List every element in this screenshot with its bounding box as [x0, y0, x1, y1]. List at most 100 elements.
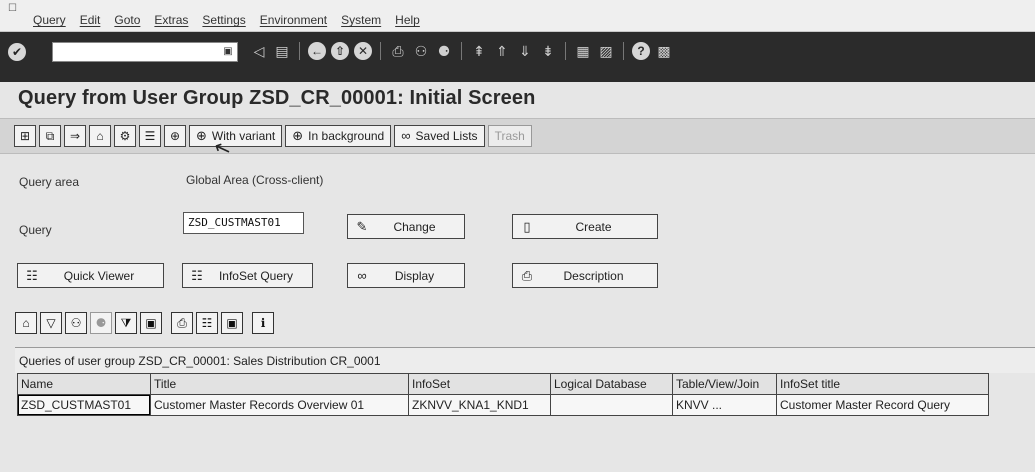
cell-infoset-title[interactable]: Customer Master Record Query — [776, 394, 989, 416]
saved-lists-label: Saved Lists — [415, 129, 478, 143]
menu-extras[interactable]: Extras — [154, 13, 188, 27]
save-icon[interactable]: ▤ — [273, 42, 291, 60]
list-toolbar: ⌂ ▽ ⚇ ⚈ ⧩ ▣ ⎙ ☷ ▣ ℹ — [15, 312, 277, 334]
cell-title[interactable]: Customer Master Records Overview 01 — [150, 394, 409, 416]
menu-query[interactable]: Query — [33, 13, 66, 27]
query-area-value: Global Area (Cross-client) — [186, 173, 324, 187]
column-header-name[interactable]: Name — [17, 373, 151, 395]
find-next-icon[interactable]: ⚈ — [435, 42, 453, 60]
menu-environment[interactable]: Environment — [260, 13, 327, 27]
cell-logical-database[interactable] — [550, 394, 673, 416]
description-label: Description — [563, 268, 624, 283]
list-icon[interactable]: ☰ — [139, 125, 161, 147]
standard-toolbar-icons: ◁ ▤ ← ⇧ ✕ ⎙ ⚇ ⚈ ⇞ ⇑ ⇓ ⇟ ▦ ▨ ? ▩ — [250, 42, 678, 60]
with-variant-button[interactable]: ⊕ With variant — [189, 125, 283, 147]
infoset-query-label: InfoSet Query — [218, 268, 294, 283]
toolbar-separator — [565, 42, 566, 60]
transport-icon[interactable]: ⇒ — [64, 125, 86, 147]
cell-name[interactable]: ZSD_CUSTMAST01 — [17, 394, 151, 416]
toolbar-separator — [299, 42, 300, 60]
new-session-icon[interactable]: ▦ — [574, 42, 592, 60]
print-preview-icon[interactable]: ⎙ — [171, 312, 193, 334]
column-header-infoset-title[interactable]: InfoSet title — [776, 373, 989, 395]
back-icon[interactable]: ◁ — [250, 42, 268, 60]
command-field[interactable]: ▣ — [52, 42, 238, 62]
glasses-icon: ∞ — [401, 128, 411, 143]
copy-icon[interactable]: ⧉ — [39, 125, 61, 147]
delete-icon[interactable]: ⌂ — [89, 125, 111, 147]
other-query-icon[interactable]: ⊞ — [14, 125, 36, 147]
filter-icon[interactable]: ▽ — [40, 312, 62, 334]
infoset-icon: ☷ — [191, 267, 203, 283]
find-icon[interactable]: ⚇ — [412, 42, 430, 60]
description-button[interactable]: ⎙ Description — [512, 263, 658, 288]
dropdown-icon[interactable]: ▣ — [221, 45, 235, 59]
change-button[interactable]: ✎ Change — [347, 214, 465, 239]
quick-viewer-label: Quick Viewer — [63, 268, 135, 283]
list-title: Queries of user group ZSD_CR_00001: Sale… — [15, 347, 1035, 373]
previous-page-icon[interactable]: ⇑ — [493, 42, 511, 60]
cancel-icon[interactable]: ✕ — [354, 42, 372, 60]
menu-goto[interactable]: Goto — [114, 13, 140, 27]
display-button[interactable]: ∞ Display — [347, 263, 465, 288]
column-header-logical-database[interactable]: Logical Database — [550, 373, 673, 395]
display-label: Display — [394, 268, 435, 283]
infoset-query-button[interactable]: ☷ InfoSet Query — [182, 263, 313, 288]
find-next-icon[interactable]: ⚈ — [90, 312, 112, 334]
exit-icon[interactable]: ⇧ — [331, 42, 349, 60]
find-icon[interactable]: ⚇ — [65, 312, 87, 334]
menu-bar: ☐ Query Edit Goto Extras Settings Enviro… — [0, 0, 1035, 32]
back-arrow-icon[interactable]: ← — [308, 42, 326, 60]
page-title: Query from User Group ZSD_CR_00001: Init… — [18, 87, 536, 109]
export-dropdown-icon[interactable]: ▣ — [221, 312, 243, 334]
toolbar-separator — [380, 42, 381, 60]
column-header-infoset[interactable]: InfoSet — [408, 373, 551, 395]
info-icon[interactable]: ℹ — [252, 312, 274, 334]
quick-viewer-button[interactable]: ☷ Quick Viewer — [17, 263, 164, 288]
help-icon[interactable]: ? — [632, 42, 650, 60]
saved-lists-button[interactable]: ∞ Saved Lists — [394, 125, 485, 147]
last-page-icon[interactable]: ⇟ — [539, 42, 557, 60]
execute-icon[interactable]: ⊕ — [164, 125, 186, 147]
application-toolbar: ⊞ ⧉ ⇒ ⌂ ⚙ ☰ ⊕ ⊕ With variant ⊕ In backgr… — [0, 118, 1035, 154]
trash-button[interactable]: Trash — [487, 125, 532, 147]
query-area-label: Query area — [19, 175, 80, 189]
table-row[interactable]: ZSD_CUSTMAST01 Customer Master Records O… — [17, 394, 989, 416]
trash-label: Trash — [494, 129, 525, 143]
shortcut-icon[interactable]: ▨ — [597, 42, 615, 60]
standard-toolbar: ✔ ▣ ◁ ▤ ← ⇧ ✕ ⎙ ⚇ ⚈ ⇞ ⇑ ⇓ ⇟ ▦ ▨ ? ▩ — [0, 32, 1035, 82]
cell-table-view-join[interactable]: KNVV ... — [672, 394, 777, 416]
menu-items: Query Edit Goto Extras Settings Environm… — [33, 13, 434, 27]
query-input[interactable]: ZSD_CUSTMAST01 — [183, 212, 304, 234]
export-icon[interactable]: ☷ — [196, 312, 218, 334]
column-header-table-view-join[interactable]: Table/View/Join — [672, 373, 777, 395]
quick-viewer-icon: ☷ — [26, 267, 38, 283]
menu-edit[interactable]: Edit — [80, 13, 101, 27]
filter-dropdown-icon[interactable]: ▣ — [140, 312, 162, 334]
layout-icon[interactable]: ▩ — [655, 42, 673, 60]
query-label: Query — [19, 223, 52, 237]
toolbar-separator — [623, 42, 624, 60]
menu-system[interactable]: System — [341, 13, 381, 27]
menu-settings[interactable]: Settings — [202, 13, 245, 27]
print-icon[interactable]: ⎙ — [389, 42, 407, 60]
main-content: Query area Global Area (Cross-client) Qu… — [0, 155, 1035, 472]
execute-icon: ⊕ — [292, 128, 304, 143]
description-icon: ⎙ — [521, 267, 533, 283]
create-label: Create — [575, 219, 612, 234]
create-button[interactable]: ▯ Create — [512, 214, 658, 239]
details-icon[interactable]: ⌂ — [15, 312, 37, 334]
next-page-icon[interactable]: ⇓ — [516, 42, 534, 60]
menu-toggle-icon[interactable]: ☐ — [8, 3, 17, 14]
set-filter-icon[interactable]: ⧩ — [115, 312, 137, 334]
glasses-icon: ∞ — [357, 268, 367, 283]
enter-icon[interactable]: ✔ — [8, 43, 26, 61]
new-document-icon: ▯ — [523, 218, 531, 234]
in-background-button[interactable]: ⊕ In background — [285, 125, 392, 147]
generate-icon[interactable]: ⚙ — [114, 125, 136, 147]
column-header-title[interactable]: Title — [150, 373, 409, 395]
cell-infoset[interactable]: ZKNVV_KNA1_KND1 — [408, 394, 551, 416]
in-background-label: In background — [308, 129, 385, 143]
menu-help[interactable]: Help — [395, 13, 420, 27]
first-page-icon[interactable]: ⇞ — [470, 42, 488, 60]
